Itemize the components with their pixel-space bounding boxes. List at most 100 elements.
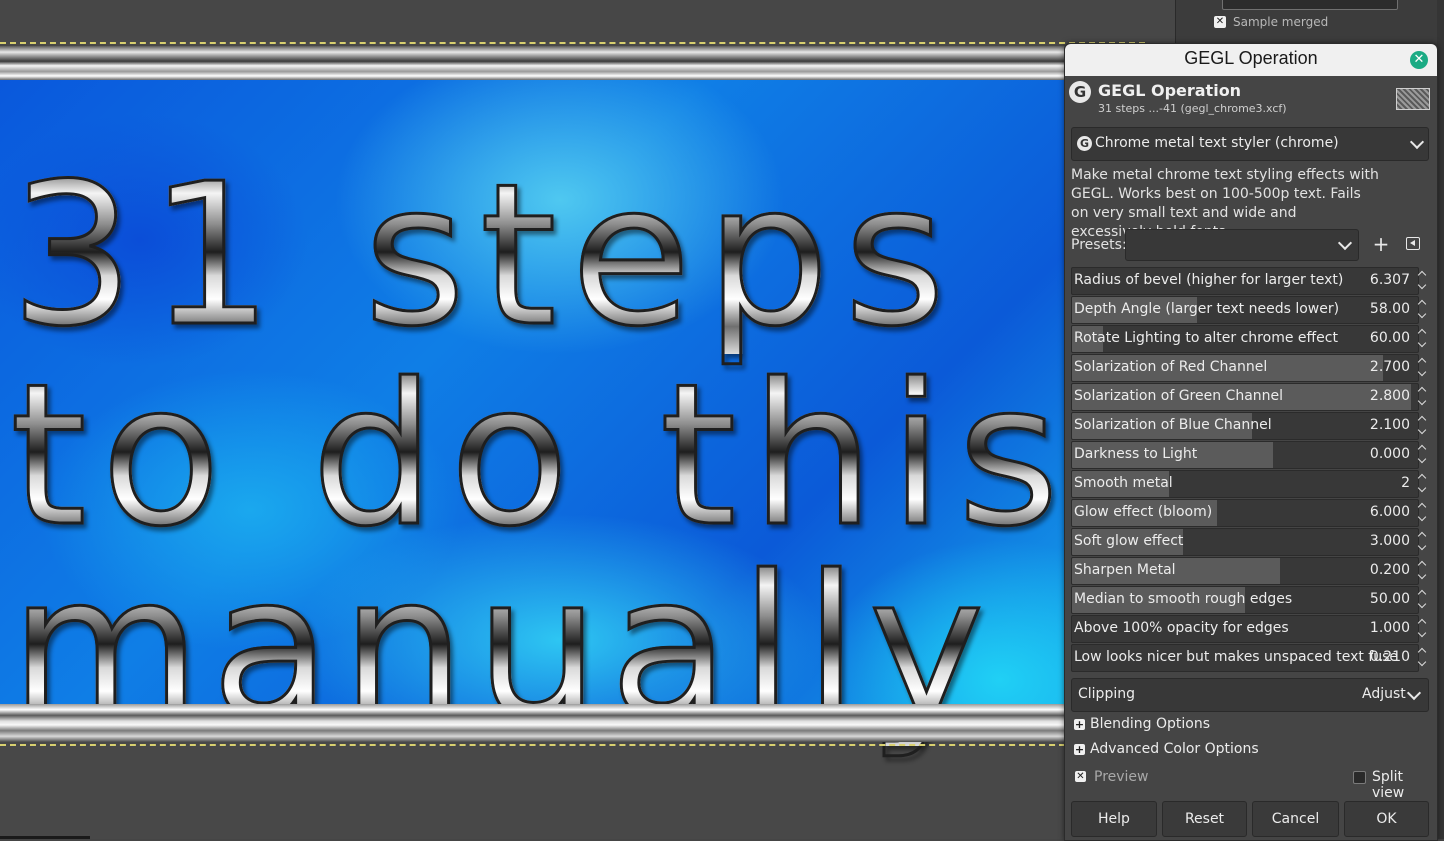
param-row[interactable]: Solarization of Green Channel 2.800 — [1071, 383, 1419, 411]
spin-down-icon[interactable] — [1417, 396, 1427, 406]
spin-down-icon[interactable] — [1417, 367, 1427, 377]
clipping-select[interactable]: Clipping Adjust — [1071, 678, 1429, 712]
help-button[interactable]: Help — [1071, 801, 1157, 837]
operation-select-label: Chrome metal text styler (chrome) — [1095, 135, 1339, 151]
param-value[interactable]: 1.000 — [1370, 620, 1410, 636]
param-label: Low looks nicer but makes unspaced text … — [1074, 649, 1398, 665]
param-spinner[interactable] — [1417, 586, 1427, 614]
close-button[interactable]: ✕ — [1410, 51, 1428, 69]
spin-up-icon[interactable] — [1417, 444, 1427, 454]
split-view-checkbox[interactable] — [1353, 771, 1366, 784]
clipping-value: Adjust — [1362, 686, 1406, 702]
param-spinner[interactable] — [1417, 325, 1427, 353]
dialog-header-subtitle: 31 steps ...-41 (gegl_chrome3.xcf) — [1098, 102, 1287, 115]
spin-up-icon[interactable] — [1417, 531, 1427, 541]
spin-up-icon[interactable] — [1417, 386, 1427, 396]
param-value[interactable]: 2.100 — [1370, 417, 1410, 433]
param-value[interactable]: 3.000 — [1370, 533, 1410, 549]
spin-up-icon[interactable] — [1417, 589, 1427, 599]
param-row[interactable]: Low looks nicer but makes unspaced text … — [1071, 644, 1419, 672]
spin-down-icon[interactable] — [1417, 425, 1427, 435]
preview-checkbox[interactable]: ✕ — [1075, 771, 1086, 782]
spin-down-icon[interactable] — [1417, 657, 1427, 667]
param-row[interactable]: Above 100% opacity for edges 1.000 — [1071, 615, 1419, 643]
spin-up-icon[interactable] — [1417, 299, 1427, 309]
spin-down-icon[interactable] — [1417, 454, 1427, 464]
spin-down-icon[interactable] — [1417, 570, 1427, 580]
gegl-operation-dialog: GEGL Operation ✕ G GEGL Operation 31 ste… — [1064, 43, 1438, 841]
spin-down-icon[interactable] — [1417, 599, 1427, 609]
spin-down-icon[interactable] — [1417, 512, 1427, 522]
param-row[interactable]: Solarization of Blue Channel 2.100 — [1071, 412, 1419, 440]
param-row[interactable]: Median to smooth rough edges 50.00 — [1071, 586, 1419, 614]
dock-select[interactable] — [1222, 0, 1398, 10]
param-value[interactable]: 2.700 — [1370, 359, 1410, 375]
param-spinner[interactable] — [1417, 441, 1427, 469]
param-spinner[interactable] — [1417, 615, 1427, 643]
param-value[interactable]: 2 — [1401, 475, 1410, 491]
param-value[interactable]: 6.307 — [1370, 272, 1410, 288]
param-value[interactable]: 2.800 — [1370, 388, 1410, 404]
cancel-button[interactable]: Cancel — [1252, 801, 1339, 837]
spin-down-icon[interactable] — [1417, 338, 1427, 348]
param-row[interactable]: Rotate Lighting to alter chrome effect 60… — [1071, 325, 1419, 353]
param-value[interactable]: 50.00 — [1370, 591, 1410, 607]
spin-up-icon[interactable] — [1417, 357, 1427, 367]
spin-down-icon[interactable] — [1417, 280, 1427, 290]
param-row[interactable]: Radius of bevel (higher for larger text)… — [1071, 267, 1419, 295]
spin-up-icon[interactable] — [1417, 473, 1427, 483]
reset-button[interactable]: Reset — [1162, 801, 1247, 837]
param-value[interactable]: 6.000 — [1370, 504, 1410, 520]
blending-options-expander-icon[interactable]: + — [1074, 719, 1085, 730]
param-spinner[interactable] — [1417, 296, 1427, 324]
param-row[interactable]: Sharpen Metal 0.200 — [1071, 557, 1419, 585]
param-value[interactable]: 58.00 — [1370, 301, 1410, 317]
dialog-titlebar[interactable]: GEGL Operation ✕ — [1065, 44, 1437, 76]
right-dock-edge — [1437, 0, 1444, 839]
split-view-label[interactable]: Split view — [1372, 769, 1437, 801]
param-value[interactable]: 0.000 — [1370, 446, 1410, 462]
spin-up-icon[interactable] — [1417, 270, 1427, 280]
presets-select[interactable] — [1125, 229, 1359, 261]
param-row[interactable]: Glow effect (bloom) 6.000 — [1071, 499, 1419, 527]
operation-select[interactable]: G Chrome metal text styler (chrome) — [1071, 127, 1429, 161]
spin-down-icon[interactable] — [1417, 541, 1427, 551]
spin-up-icon[interactable] — [1417, 502, 1427, 512]
param-spinner[interactable] — [1417, 499, 1427, 527]
spin-up-icon[interactable] — [1417, 618, 1427, 628]
ok-button[interactable]: OK — [1344, 801, 1429, 837]
param-row[interactable]: Soft glow effect 3.000 — [1071, 528, 1419, 556]
param-spinner[interactable] — [1417, 557, 1427, 585]
param-value[interactable]: 0.210 — [1370, 649, 1410, 665]
sample-merged-checkbox[interactable]: ✕ — [1214, 16, 1226, 28]
param-label: Soft glow effect — [1074, 533, 1184, 549]
advanced-color-options-expander-icon[interactable]: + — [1074, 744, 1085, 755]
param-spinner[interactable] — [1417, 528, 1427, 556]
chevron-down-icon — [1406, 685, 1422, 701]
spin-up-icon[interactable] — [1417, 647, 1427, 657]
spin-up-icon[interactable] — [1417, 415, 1427, 425]
param-row[interactable]: Smooth metal 2 — [1071, 470, 1419, 498]
spin-up-icon[interactable] — [1417, 560, 1427, 570]
preset-menu-icon[interactable] — [1406, 237, 1420, 250]
add-preset-icon[interactable]: + — [1371, 230, 1391, 258]
advanced-color-options-label[interactable]: Advanced Color Options — [1090, 741, 1259, 757]
spin-down-icon[interactable] — [1417, 628, 1427, 638]
param-spinner[interactable] — [1417, 412, 1427, 440]
param-row[interactable]: Depth Angle (larger text needs lower) 58.… — [1071, 296, 1419, 324]
param-spinner[interactable] — [1417, 267, 1427, 295]
preview-label[interactable]: Preview — [1094, 769, 1149, 785]
spin-down-icon[interactable] — [1417, 309, 1427, 319]
param-spinner[interactable] — [1417, 383, 1427, 411]
spin-up-icon[interactable] — [1417, 328, 1427, 338]
presets-label: Presets: — [1071, 237, 1127, 253]
param-row[interactable]: Solarization of Red Channel 2.700 — [1071, 354, 1419, 382]
param-value[interactable]: 0.200 — [1370, 562, 1410, 578]
param-spinner[interactable] — [1417, 470, 1427, 498]
spin-down-icon[interactable] — [1417, 483, 1427, 493]
blending-options-label[interactable]: Blending Options — [1090, 716, 1210, 732]
param-row[interactable]: Darkness to Light 0.000 — [1071, 441, 1419, 469]
param-value[interactable]: 60.00 — [1370, 330, 1410, 346]
param-spinner[interactable] — [1417, 354, 1427, 382]
param-spinner[interactable] — [1417, 644, 1427, 672]
